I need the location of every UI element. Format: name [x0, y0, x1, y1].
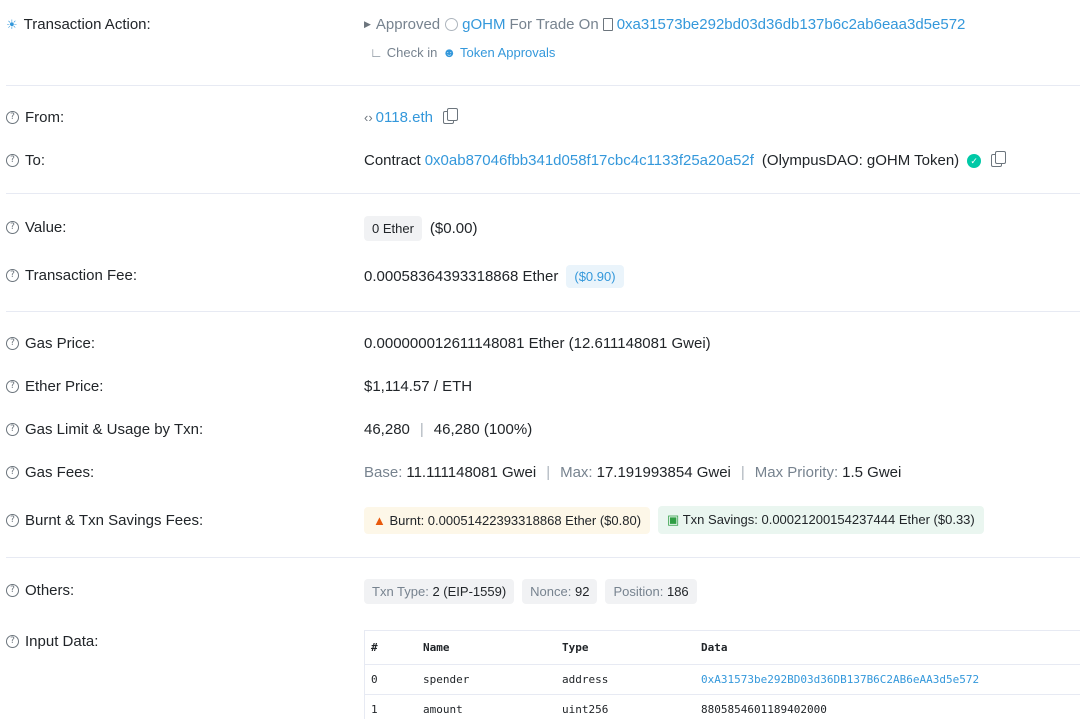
caret-right-icon: ▶ — [364, 19, 371, 29]
pipe-divider: | — [740, 464, 745, 481]
value-value: 0 Ether ($0.00) — [364, 216, 477, 241]
burnt-text: Burnt: 0.00051422393318868 Ether ($0.80) — [389, 512, 642, 528]
question-icon: ? — [6, 514, 19, 527]
token-link[interactable]: gOHM — [462, 16, 505, 33]
value-usd: ($0.00) — [429, 220, 478, 237]
check-prefix: Check in — [386, 45, 438, 60]
others-value: Txn Type: 2 (EIP-1559) Nonce: 92 Positio… — [364, 579, 705, 604]
code-icon: ‹› — [364, 110, 373, 125]
fire-icon: ▲ — [373, 512, 386, 528]
question-icon: ? — [6, 380, 19, 393]
row-name: spender — [417, 664, 556, 695]
spender-address-link[interactable]: 0xa31573be292bd03d36db137b6c2ab6eaa3d5e5… — [617, 16, 966, 33]
divider — [6, 85, 1080, 86]
action-middle-text: For Trade On — [509, 16, 599, 33]
action-verb: Approved — [375, 16, 441, 33]
gas-fees-value: Base: 11.111148081 Gwei | Max: 17.191993… — [364, 464, 901, 481]
divider — [6, 557, 1080, 558]
base-fee-value: 11.111148081 Gwei — [406, 464, 537, 481]
file-icon — [602, 18, 613, 31]
fee-ether: 0.00058364393318868 Ether — [364, 268, 559, 285]
gas-usage: 46,280 (100%) — [433, 421, 533, 438]
header-type: Type — [556, 631, 695, 665]
question-icon: ? — [6, 466, 19, 479]
priority-fee-value: 1.5 Gwei — [842, 464, 902, 481]
question-icon: ? — [6, 221, 19, 234]
header-name: Name — [417, 631, 556, 665]
gas-limit-label: ? Gas Limit & Usage by Txn: — [6, 421, 203, 438]
table-header-row: # Name Type Data — [365, 631, 1080, 665]
contract-address-link[interactable]: 0x0ab87046fbb341d058f17cbc4c1133f25a20a5… — [425, 152, 754, 169]
fee-usd-chip: ($0.90) — [566, 265, 624, 288]
row-data: 8805854601189402000 — [695, 694, 1080, 719]
question-icon: ? — [6, 635, 19, 648]
row-type: address — [556, 664, 695, 695]
burnt-value: ▲ Burnt: 0.00051422393318868 Ether ($0.8… — [364, 506, 984, 534]
table-row: 0 spender address 0xA31573be292BD03d36DB… — [365, 664, 1080, 695]
to-value: Contract 0x0ab87046fbb341d058f17cbc4c113… — [364, 151, 1007, 169]
value-label: ? Value: — [6, 219, 66, 236]
gas-limit: 46,280 — [364, 421, 410, 438]
gas-price-label: ? Gas Price: — [6, 335, 95, 352]
copy-icon[interactable] — [991, 151, 1007, 167]
question-icon: ? — [6, 154, 19, 167]
money-icon: ▣ — [667, 512, 680, 527]
gas-price-value: 0.000000012611148081 Ether (12.611148081… — [364, 335, 711, 352]
question-icon: ? — [6, 269, 19, 282]
table-row: 1 amount uint256 8805854601189402000 — [365, 694, 1080, 719]
row-data-link[interactable]: 0xA31573be292BD03d36DB137B6C2AB6eAA3d5e5… — [695, 664, 1080, 695]
question-icon: ? — [6, 337, 19, 350]
divider — [6, 193, 1080, 194]
value-chip: 0 Ether — [364, 216, 422, 241]
header-index: # — [365, 631, 417, 665]
burnt-chip: ▲ Burnt: 0.00051422393318868 Ether ($0.8… — [364, 506, 651, 534]
to-label: ? To: — [6, 152, 45, 169]
ether-price-value: $1,114.57 / ETH — [364, 378, 473, 395]
transaction-action-value: ▶ Approved gOHM For Trade On 0xa31573be2… — [364, 16, 965, 33]
priority-fee-key: Max Priority: — [754, 464, 839, 481]
from-address-link[interactable]: 0118.eth — [376, 109, 433, 126]
token-approvals-link[interactable]: Token Approvals — [460, 45, 555, 60]
others-label: ? Others: — [6, 582, 74, 599]
lightbulb-icon: ☀ — [6, 16, 18, 32]
pipe-divider: | — [546, 464, 551, 481]
max-fee-value: 17.191993854 Gwei — [596, 464, 731, 481]
contract-name: (OlympusDAO: gOHM Token) — [761, 152, 960, 169]
token-logo-icon — [445, 18, 459, 31]
nonce-chip: Nonce: 92 — [522, 579, 598, 604]
fee-label: ? Transaction Fee: — [6, 267, 137, 284]
base-fee-key: Base: — [364, 464, 403, 481]
verified-check-icon: ✓ — [967, 153, 982, 168]
question-icon: ? — [6, 584, 19, 597]
row-type: uint256 — [556, 694, 695, 719]
header-data: Data — [695, 631, 1080, 665]
question-icon: ? — [6, 111, 19, 124]
check-approvals: ∟ Check in ☻ Token Approvals — [370, 45, 555, 60]
burnt-label: ? Burnt & Txn Savings Fees: — [6, 512, 203, 529]
input-data-label: ? Input Data: — [6, 633, 98, 650]
copy-icon[interactable] — [442, 108, 458, 124]
from-value: ‹› 0118.eth — [364, 108, 458, 126]
pipe-divider: | — [419, 421, 424, 438]
question-icon: ? — [6, 423, 19, 436]
gas-limit-value: 46,280 | 46,280 (100%) — [364, 421, 532, 438]
row-index: 0 — [365, 664, 417, 695]
corner-icon: ∟ — [370, 45, 383, 60]
ether-price-label: ? Ether Price: — [6, 378, 103, 395]
txn-type-chip: Txn Type: 2 (EIP-1559) — [364, 579, 515, 604]
transaction-action-label: ☀ Transaction Action: — [6, 16, 151, 33]
savings-text: Txn Savings: 0.00021200154237444 Ether (… — [682, 512, 975, 527]
max-fee-key: Max: — [560, 464, 593, 481]
fee-value: 0.00058364393318868 Ether ($0.90) — [364, 265, 624, 288]
from-label: ? From: — [6, 109, 64, 126]
input-data-table: # Name Type Data 0 spender address 0xA31… — [364, 630, 1080, 719]
position-chip: Position: 186 — [605, 579, 697, 604]
savings-chip: ▣ Txn Savings: 0.00021200154237444 Ether… — [658, 506, 984, 534]
user-icon: ☻ — [442, 45, 456, 60]
divider — [6, 311, 1080, 312]
row-index: 1 — [365, 694, 417, 719]
row-name: amount — [417, 694, 556, 719]
to-prefix: Contract — [364, 152, 421, 169]
gas-fees-label: ? Gas Fees: — [6, 464, 94, 481]
